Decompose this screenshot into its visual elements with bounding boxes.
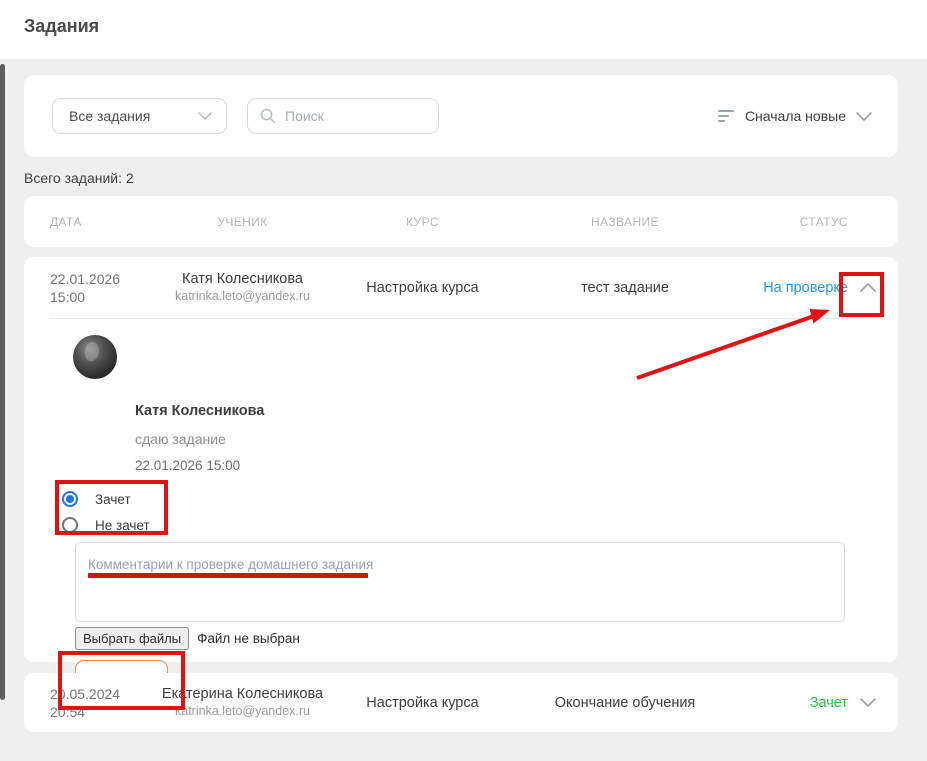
collapse-toggle[interactable]	[848, 283, 888, 292]
header-status: СТАТУС	[740, 215, 848, 229]
task-course: Настройка курса	[335, 280, 510, 296]
sort-button[interactable]: Сначала новые	[718, 75, 872, 157]
student-email: katrinka.leto@yandex.ru	[150, 288, 335, 305]
left-scrollbar[interactable]	[0, 64, 5, 700]
chevron-down-icon	[860, 698, 876, 707]
file-status-text: Файл не выбран	[197, 631, 300, 646]
radio-pass[interactable]: Зачет	[62, 491, 131, 507]
table-header: ДАТА УЧЕНИК КУРС НАЗВАНИЕ СТАТУС	[24, 196, 898, 247]
radio-pass-label: Зачет	[95, 492, 131, 507]
status-badge: На проверке	[740, 280, 848, 296]
chevron-up-icon	[860, 283, 876, 292]
header-student: УЧЕНИК	[150, 215, 335, 229]
comment-textarea[interactable]	[75, 542, 845, 622]
task-student: Екатерина Колесникова katrinka.leto@yand…	[150, 685, 335, 720]
expand-toggle[interactable]	[848, 698, 888, 707]
sort-lines-icon	[718, 110, 735, 122]
task-title: тест задание	[510, 280, 740, 296]
header-date: ДАТА	[50, 215, 150, 229]
table-row[interactable]: 22.01.2026 15:00 Катя Колесникова katrin…	[24, 257, 898, 318]
chevron-down-icon	[856, 112, 872, 121]
submission-datetime: 22.01.2026 15:00	[135, 458, 240, 473]
task-row: 20.05.2024 20:54 Екатерина Колесникова k…	[24, 673, 898, 732]
submission-author: Катя Колесникова	[135, 403, 264, 419]
search-field[interactable]	[247, 98, 439, 134]
task-date: 22.01.2026 15:00	[50, 270, 150, 306]
radio-unselected-icon[interactable]	[62, 517, 78, 533]
search-input[interactable]	[285, 108, 425, 124]
choose-files-button[interactable]: Выбрать файлы	[75, 627, 189, 650]
total-tasks-count: 2	[126, 170, 134, 186]
radio-selected-icon[interactable]	[62, 491, 78, 507]
header-title: НАЗВАНИЕ	[510, 215, 740, 229]
table-row[interactable]: 20.05.2024 20:54 Екатерина Колесникова k…	[24, 673, 898, 732]
status-badge: Зачет	[740, 695, 848, 711]
task-title: Окончание обучения	[510, 695, 740, 711]
chevron-down-icon	[198, 112, 212, 120]
student-email: katrinka.leto@yandex.ru	[150, 703, 335, 720]
student-avatar	[73, 335, 117, 379]
task-filter-value: Все задания	[69, 108, 150, 124]
submission-panel: Катя Колесникова сдаю задание 22.01.2026…	[24, 319, 898, 661]
radio-fail[interactable]: Не зачет	[62, 517, 150, 533]
submission-message: сдаю задание	[135, 431, 226, 447]
file-input[interactable]: Выбрать файлы Файл не выбран	[75, 627, 300, 650]
task-row-expanded: 22.01.2026 15:00 Катя Колесникова katrin…	[24, 257, 898, 662]
header-course: КУРС	[335, 215, 510, 229]
radio-fail-label: Не зачет	[95, 518, 150, 533]
filter-toolbar: Все задания Сначала новые	[24, 75, 898, 157]
task-course: Настройка курса	[335, 695, 510, 711]
sort-label: Сначала новые	[745, 108, 846, 124]
total-tasks: Всего заданий: 2	[24, 170, 134, 186]
search-icon	[260, 108, 276, 124]
page-title: Задания	[24, 16, 99, 37]
task-date: 20.05.2024 20:54	[50, 685, 150, 721]
total-tasks-label: Всего заданий:	[24, 170, 122, 186]
task-student: Катя Колесникова katrinka.leto@yandex.ru	[150, 270, 335, 305]
task-filter-dropdown[interactable]: Все задания	[52, 98, 227, 134]
